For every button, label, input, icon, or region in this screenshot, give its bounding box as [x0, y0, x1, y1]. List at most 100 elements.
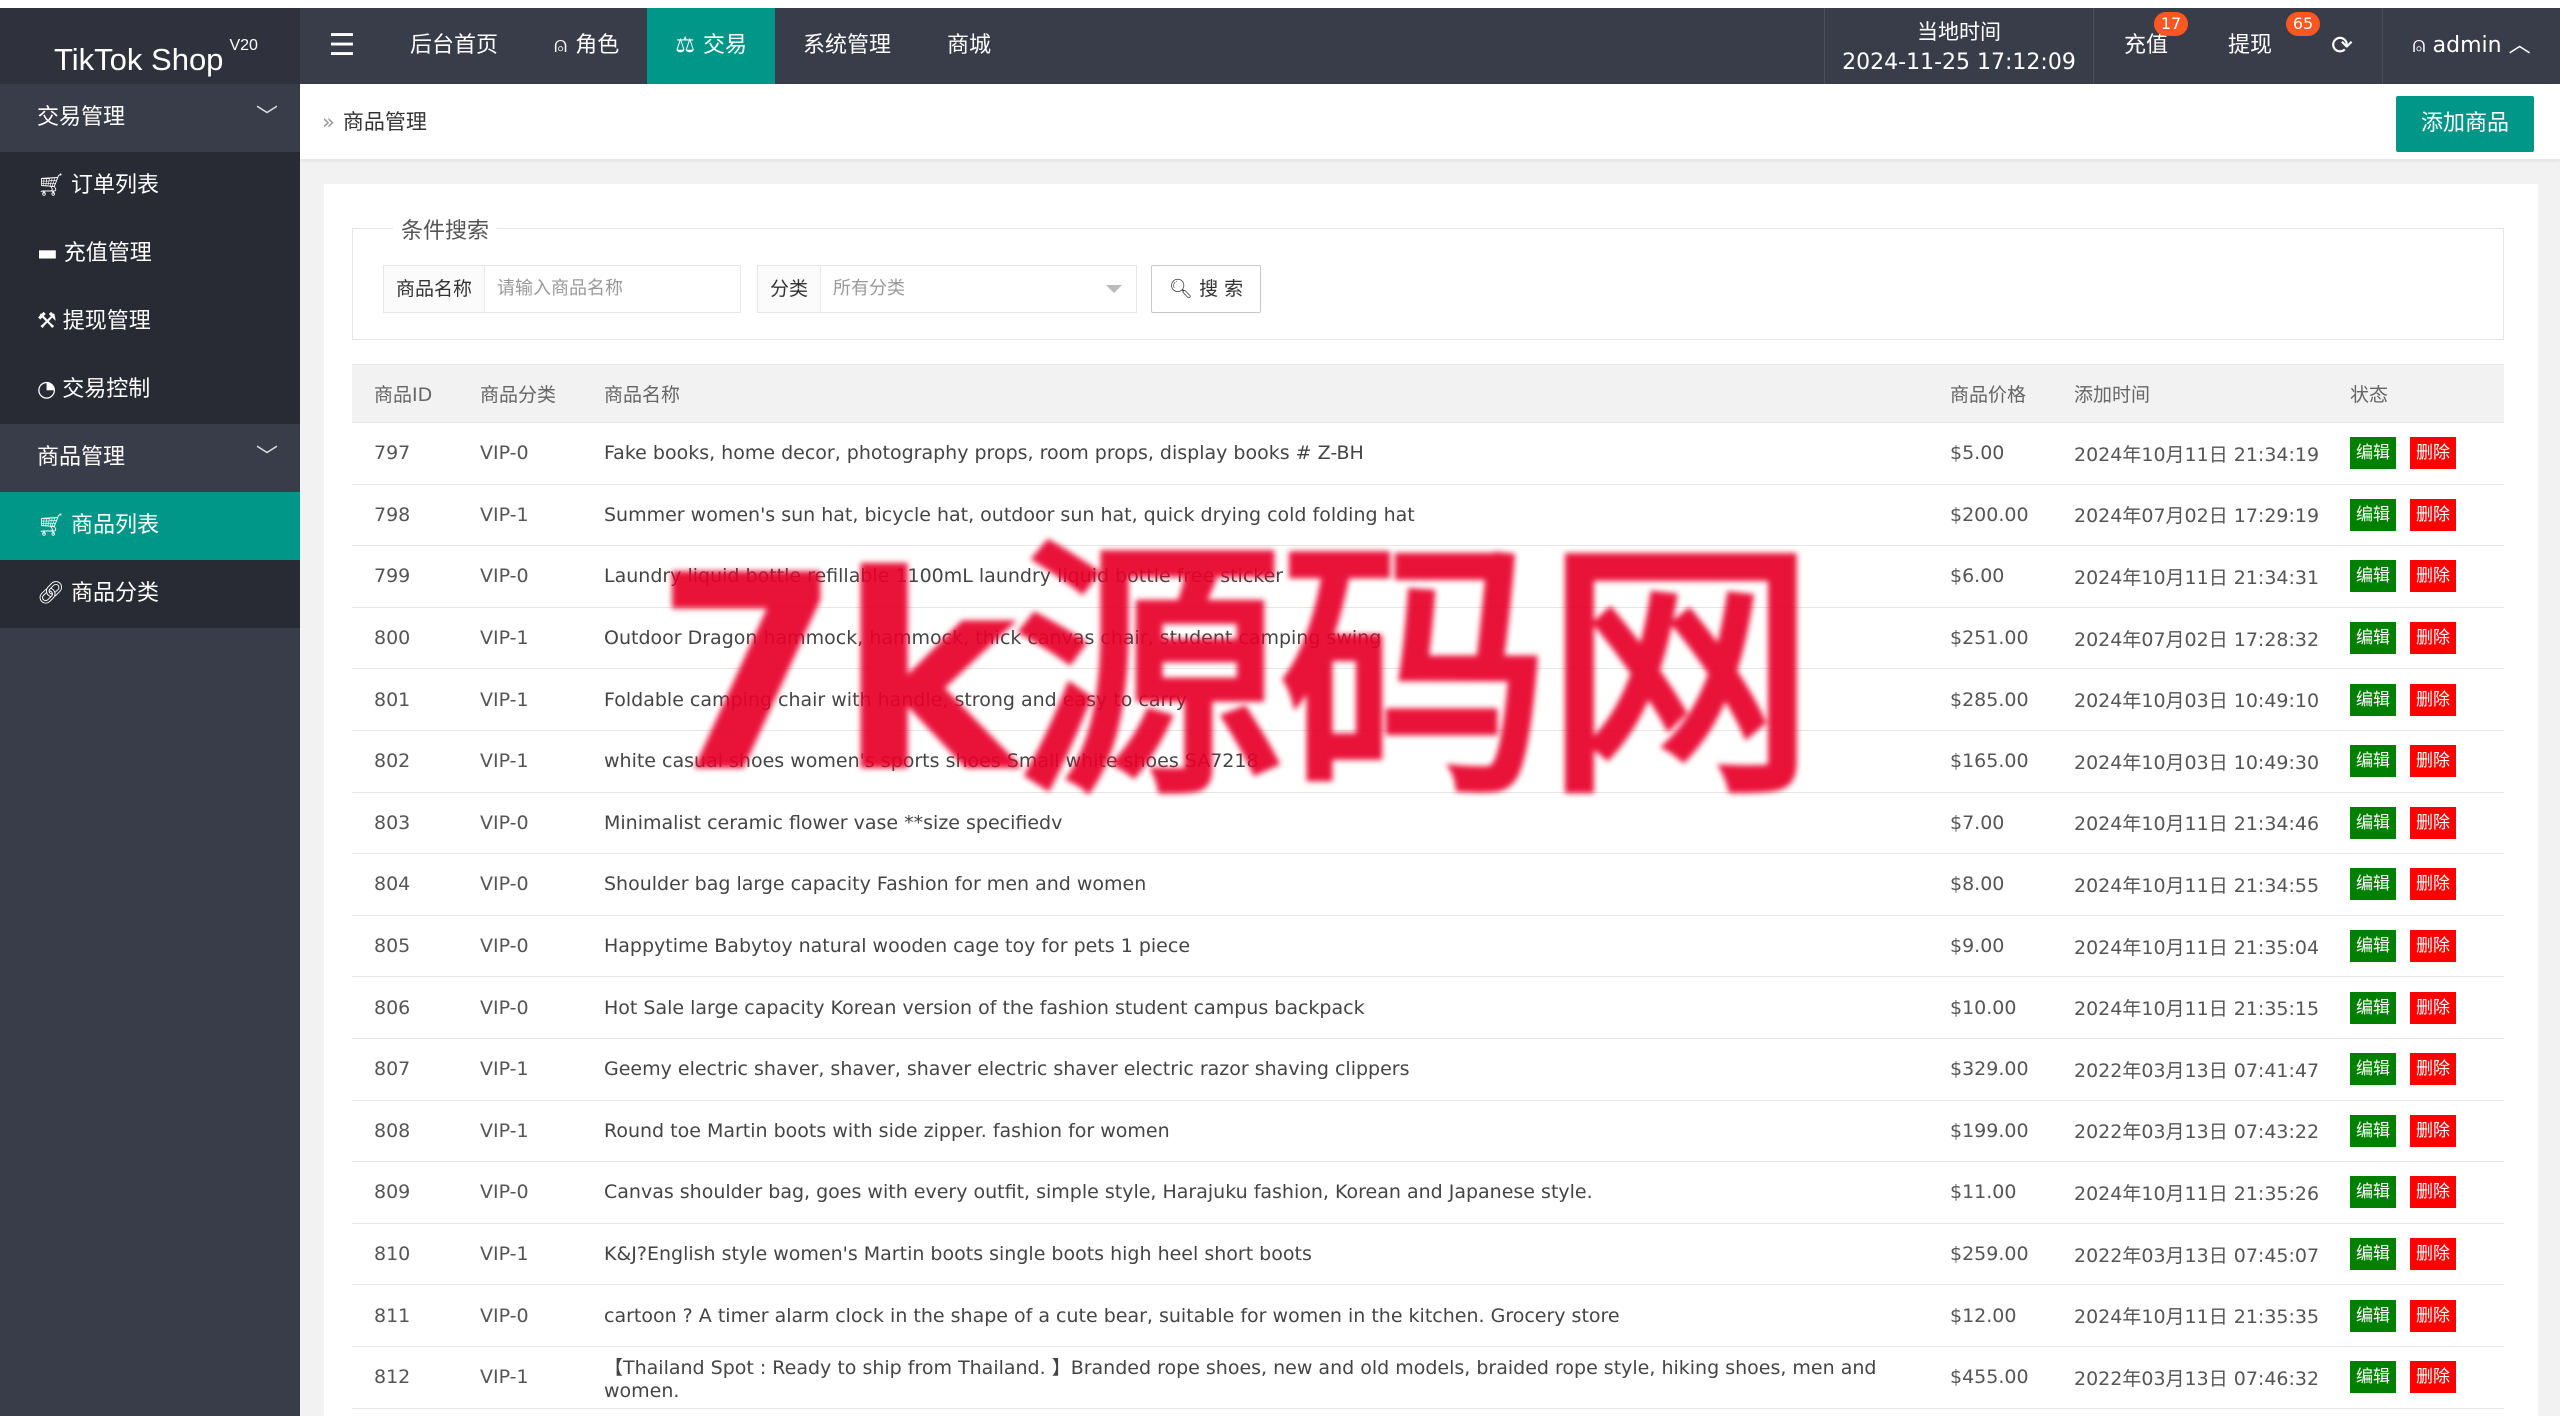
delete-button[interactable]: 删除	[2410, 806, 2456, 839]
edit-button[interactable]: 编辑	[2350, 1053, 2396, 1086]
link-icon: 🔗︎	[37, 581, 65, 606]
cell-time: 2022年03月13日 07:45:07	[2052, 1223, 2328, 1286]
search-button[interactable]: 🔍︎ 搜 索	[1151, 265, 1262, 313]
edit-button[interactable]: 编辑	[2350, 622, 2396, 655]
edit-button[interactable]: 编辑	[2350, 1299, 2396, 1332]
edit-button[interactable]: 编辑	[2350, 498, 2396, 531]
sidebar-item-label: 订单列表	[70, 173, 159, 198]
header-name: 商品名称	[582, 364, 1928, 423]
cell-id: 805	[352, 915, 458, 978]
sidebar-item-goods-list[interactable]: 🛒︎ 商品列表	[0, 492, 300, 560]
nav-item-0[interactable]: 后台首页	[382, 8, 526, 84]
recharge-label: 充值	[2123, 33, 2168, 58]
cell-id: 798	[352, 484, 458, 547]
cell-price: $12.00	[1928, 1284, 2052, 1347]
edit-button[interactable]: 编辑	[2350, 560, 2396, 593]
delete-button[interactable]: 删除	[2410, 1299, 2456, 1332]
add-product-button[interactable]: 添加商品	[2396, 96, 2534, 152]
nav-item-3[interactable]: 系统管理	[775, 8, 919, 84]
withdraw-button[interactable]: 提现 65	[2198, 8, 2320, 84]
delete-button[interactable]: 删除	[2410, 1238, 2456, 1271]
nav-item-2[interactable]: ⚖︎ 交易	[647, 8, 775, 84]
edit-button[interactable]: 编辑	[2350, 1114, 2396, 1147]
cell-price: $329.00	[1928, 1038, 2052, 1101]
cell-id: 810	[352, 1223, 458, 1286]
table-row: 804 VIP-0 Shoulder bag large capacity Fash…	[352, 853, 2504, 916]
app-title: TikTok Shop	[54, 42, 224, 77]
cell-name: 【Thailand Spot : Ready to ship from Thai…	[582, 1346, 1928, 1409]
cell-name: Shoulder bag large capacity Fashion for …	[582, 853, 1928, 916]
recharge-button[interactable]: 充值 17	[2094, 8, 2198, 84]
edit-button[interactable]: 编辑	[2350, 868, 2396, 901]
delete-button[interactable]: 删除	[2410, 745, 2456, 778]
delete-button[interactable]: 删除	[2410, 991, 2456, 1024]
cell-name: K&J?English style women's Martin boots s…	[582, 1223, 1928, 1286]
refresh-icon[interactable]: ⟳	[2302, 8, 2382, 84]
sidebar-group-goods[interactable]: 商品管理 ﹀	[0, 424, 300, 492]
edit-button[interactable]: 编辑	[2350, 806, 2396, 839]
user-menu[interactable]: ⍝ admin ︿	[2382, 8, 2560, 84]
menu-toggle-icon[interactable]: ☰	[320, 8, 364, 84]
cell-name: white casual shoes women's sports shoes …	[582, 730, 1928, 793]
cell-name: Outdoor Dragon hammock, hammock, thick c…	[582, 607, 1928, 670]
delete-button[interactable]: 删除	[2410, 437, 2456, 470]
edit-button[interactable]: 编辑	[2350, 1361, 2396, 1394]
cell-time: 2024年10月11日 21:34:46	[2052, 792, 2328, 855]
cell-category: VIP-0	[458, 1284, 582, 1347]
delete-button[interactable]: 删除	[2410, 1361, 2456, 1394]
scale-icon: ⚖︎	[675, 33, 695, 58]
edit-button[interactable]: 编辑	[2350, 437, 2396, 470]
header-time: 添加时间	[2052, 364, 2328, 423]
cell-time: 2024年10月03日 10:49:10	[2052, 668, 2328, 731]
cell-id: 802	[352, 730, 458, 793]
cell-price: $7.00	[1928, 792, 2052, 855]
sidebar-item-withdraw[interactable]: ⚒︎ 提现管理	[0, 288, 300, 356]
sidebar-item-label: 商品列表	[70, 513, 159, 538]
cell-price: $5.00	[1928, 422, 2052, 485]
edit-button[interactable]: 编辑	[2350, 991, 2396, 1024]
cell-time: 2024年10月11日 21:34:31	[2052, 545, 2328, 608]
cell-category: VIP-1	[458, 1223, 582, 1286]
nav-item-4[interactable]: 商城	[919, 8, 1019, 84]
delete-button[interactable]: 删除	[2410, 1053, 2456, 1086]
cell-price: $259.00	[1928, 1223, 2052, 1286]
cell-category: VIP-1	[458, 484, 582, 547]
sidebar: 交易管理 ﹀ 🛒︎ 订单列表 ▬ 充值管理 ⚒︎ 提现管理 ◔ 交易控制 商品管理 ﹀ …	[0, 84, 300, 1416]
table-row: 808 VIP-1 Round toe Martin boots with side…	[352, 1100, 2504, 1163]
delete-button[interactable]: 删除	[2410, 930, 2456, 963]
delete-button[interactable]: 删除	[2410, 868, 2456, 901]
category-select[interactable]: 所有分类	[821, 265, 1138, 313]
delete-button[interactable]: 删除	[2410, 560, 2456, 593]
delete-button[interactable]: 删除	[2410, 683, 2456, 716]
edit-button[interactable]: 编辑	[2350, 745, 2396, 778]
delete-button[interactable]: 删除	[2410, 498, 2456, 531]
delete-button[interactable]: 删除	[2410, 1114, 2456, 1147]
cell-name: cartoon ? A timer alarm clock in the sha…	[582, 1284, 1928, 1347]
search-form: 商品名称 请输入商品名称 分类 所有分类 🔍︎ 搜 索	[383, 265, 1262, 313]
delete-button[interactable]: 删除	[2410, 622, 2456, 655]
sidebar-group-label: 交易管理	[37, 105, 126, 130]
sidebar-item-orders[interactable]: 🛒︎ 订单列表	[0, 152, 300, 220]
sidebar-item-recharge[interactable]: ▬ 充值管理	[0, 220, 300, 288]
cell-time: 2024年07月02日 17:28:32	[2052, 607, 2328, 670]
edit-button[interactable]: 编辑	[2350, 683, 2396, 716]
table-row: 801 VIP-1 Foldable camping chair with hand…	[352, 668, 2504, 731]
cell-name: Hot Sale large capacity Korean version o…	[582, 976, 1928, 1039]
user-icon: ⍝	[554, 33, 568, 58]
edit-button[interactable]: 编辑	[2350, 1238, 2396, 1271]
table-row: 797 VIP-0 Fake books, home decor, photogra…	[352, 422, 2504, 485]
cell-id: 800	[352, 607, 458, 670]
name-input[interactable]: 请输入商品名称	[485, 265, 742, 313]
sidebar-group-trade[interactable]: 交易管理 ﹀	[0, 84, 300, 152]
sidebar-item-goods-category[interactable]: 🔗︎ 商品分类	[0, 560, 300, 628]
delete-button[interactable]: 删除	[2410, 1176, 2456, 1209]
cell-actions: 编辑 删除	[2328, 915, 2504, 978]
sidebar-item-trade-control[interactable]: ◔ 交易控制	[0, 356, 300, 424]
nav-item-1[interactable]: ⍝ 角色	[526, 8, 647, 84]
table-row: 798 VIP-1 Summer women's sun hat, bicycle …	[352, 484, 2504, 547]
cell-name: Laundry liquid bottle refillable 1100mL …	[582, 545, 1928, 608]
edit-button[interactable]: 编辑	[2350, 1176, 2396, 1209]
cell-actions: 编辑 删除	[2328, 976, 2504, 1039]
edit-button[interactable]: 编辑	[2350, 930, 2396, 963]
cell-name: Minimalist ceramic flower vase **size sp…	[582, 792, 1928, 855]
